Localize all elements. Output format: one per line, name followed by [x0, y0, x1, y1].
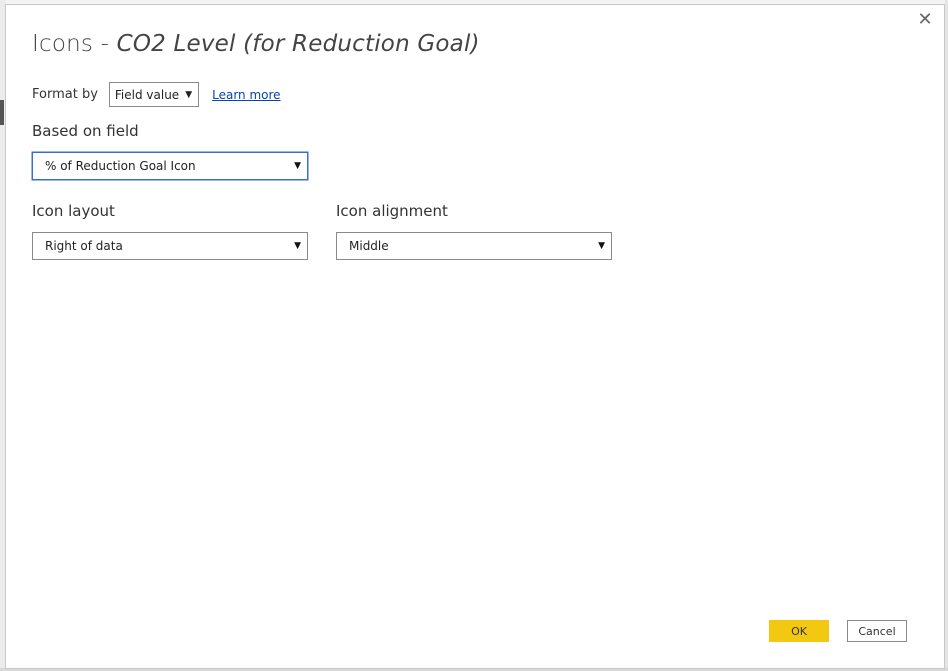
background-app-marker	[0, 100, 4, 125]
icon-alignment-dropdown[interactable]: Middle ▼	[336, 232, 612, 260]
format-by-row: Format by Field value ▼ Learn more	[32, 81, 281, 108]
learn-more-link[interactable]: Learn more	[212, 88, 280, 102]
based-on-field-label: Based on field	[32, 122, 139, 140]
based-on-field-dropdown[interactable]: % of Reduction Goal Icon ▼	[32, 152, 308, 180]
ok-button[interactable]: OK	[769, 620, 829, 642]
cancel-button[interactable]: Cancel	[847, 620, 907, 642]
based-on-field-value: % of Reduction Goal Icon	[45, 159, 196, 173]
icon-layout-dropdown[interactable]: Right of data ▼	[32, 232, 308, 260]
chevron-down-icon: ▼	[598, 241, 605, 251]
format-by-value: Field value	[114, 87, 180, 102]
icon-layout-label: Icon layout	[32, 202, 115, 220]
dialog-title-prefix: Icons -	[32, 31, 117, 57]
close-icon[interactable]: ✕	[914, 9, 936, 31]
chevron-down-icon: ▼	[294, 241, 301, 251]
dialog-title: Icons - CO2 Level (for Reduction Goal)	[32, 31, 480, 57]
chevron-down-icon: ▼	[185, 89, 193, 100]
dialog-title-field: CO2 Level (for Reduction Goal)	[116, 31, 480, 57]
format-by-dropdown[interactable]: Field value ▼	[108, 82, 200, 107]
icons-dialog: ✕ Icons - CO2 Level (for Reduction Goal)…	[5, 4, 945, 669]
icon-layout-value: Right of data	[45, 239, 123, 253]
chevron-down-icon: ▼	[294, 161, 301, 171]
icon-alignment-label: Icon alignment	[336, 202, 448, 220]
icon-alignment-value: Middle	[349, 239, 389, 253]
format-by-label: Format by	[32, 87, 98, 102]
